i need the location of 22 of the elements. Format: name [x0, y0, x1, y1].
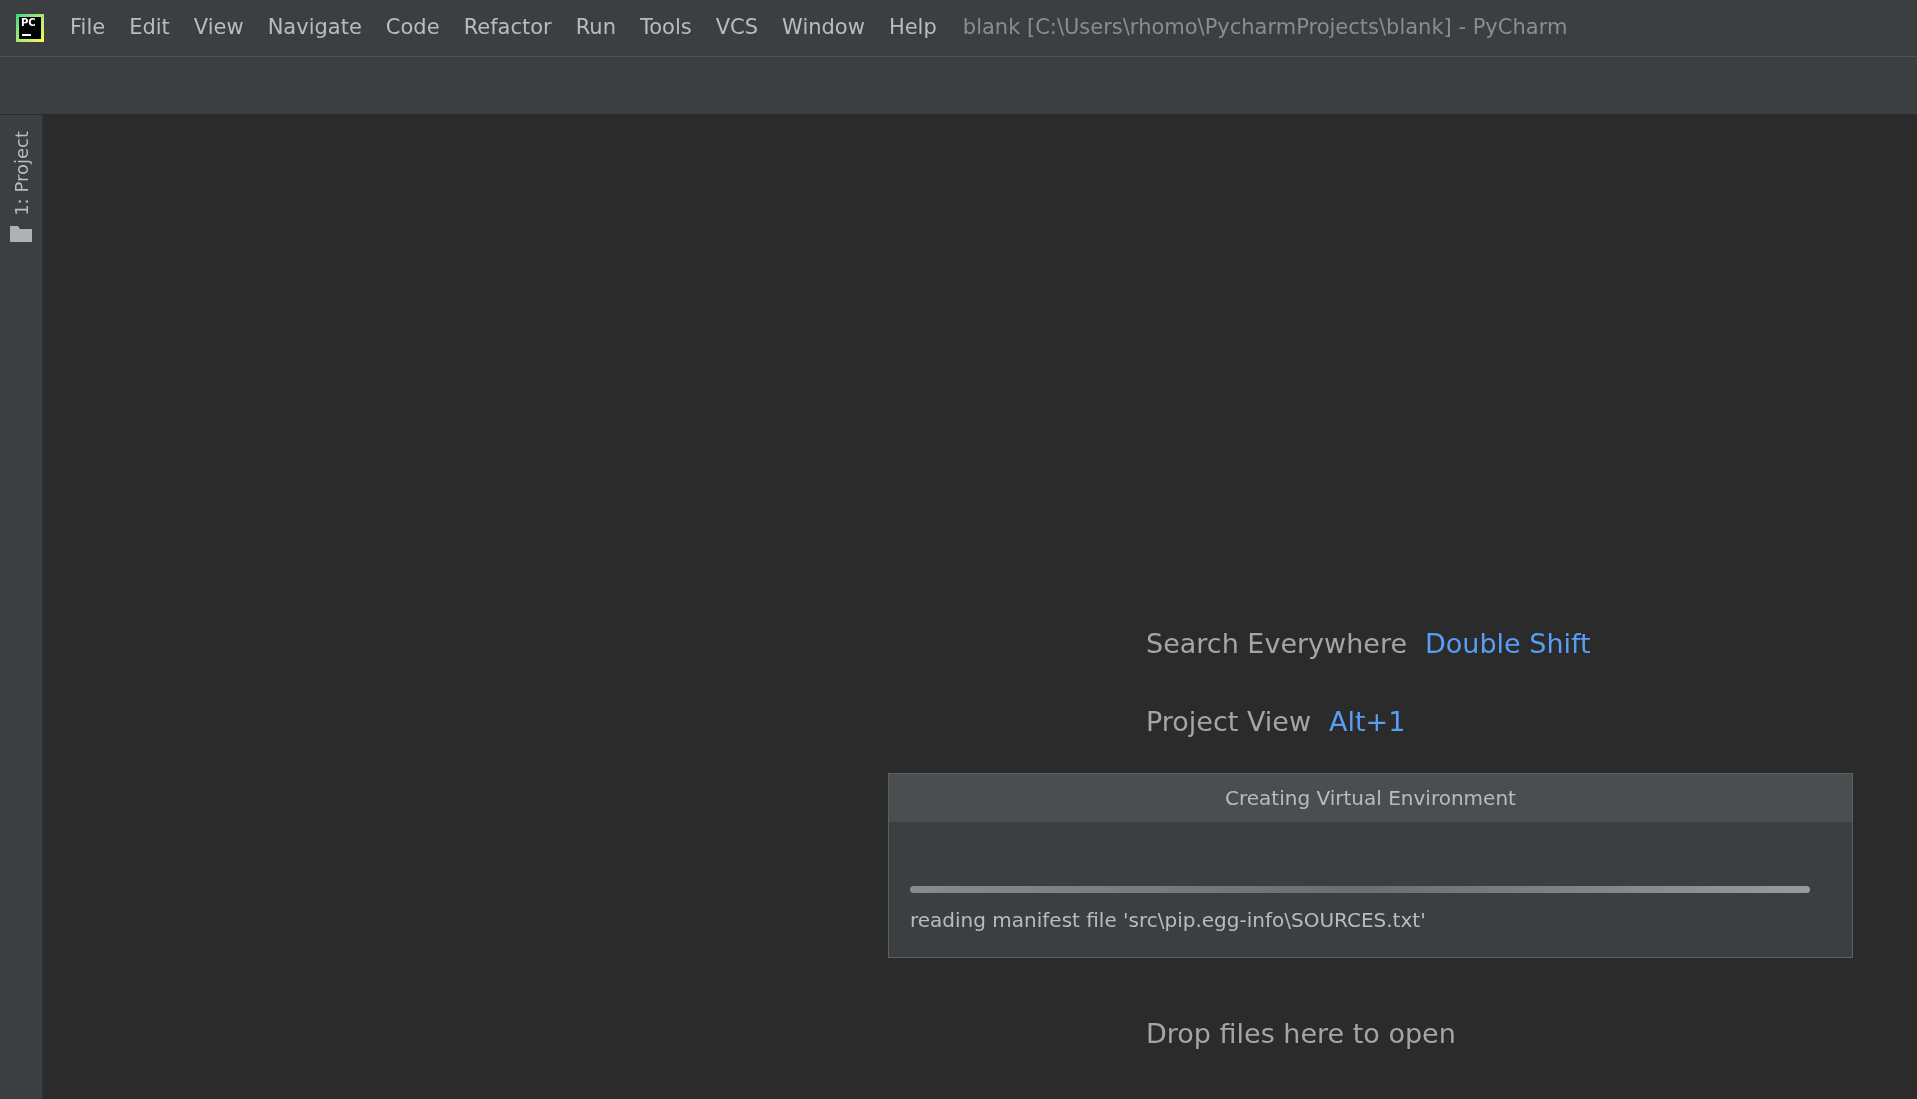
menu-item[interactable]: Edit [117, 12, 182, 44]
shortcut-label: Alt+1 [1329, 704, 1406, 739]
hint-label: Project View [1146, 704, 1312, 739]
folder-icon [10, 223, 32, 242]
menu-item[interactable]: Help [876, 12, 949, 44]
menu-item[interactable]: Window [770, 12, 877, 44]
app-logo-icon: PC [16, 14, 44, 42]
menu-item[interactable]: Code [373, 12, 452, 44]
project-tool-button[interactable]: 1: Project [7, 131, 35, 242]
menu-item[interactable]: View [181, 12, 256, 44]
shortcut-label: Double Shift [1425, 626, 1591, 661]
hint-label: Search Everywhere [1146, 626, 1407, 661]
menu-item[interactable]: Run [563, 12, 628, 44]
menu-item[interactable]: Tools [628, 12, 704, 44]
drop-files-hint: Drop files here to open [1146, 1016, 1456, 1051]
dialog-title: Creating Virtual Environment [1225, 785, 1516, 812]
menu-item[interactable]: VCS [703, 12, 771, 44]
menu-item[interactable]: Refactor [451, 12, 564, 44]
status-text: reading manifest file 'src\pip.egg-info\SOURCES.txt' [910, 907, 1427, 934]
menu-item[interactable]: Navigate [255, 12, 374, 44]
window-title: blank [C:\Users\rhomo\PycharmProjects\blank] - PyCharm [962, 14, 1568, 42]
menu-item[interactable]: File [58, 12, 118, 44]
